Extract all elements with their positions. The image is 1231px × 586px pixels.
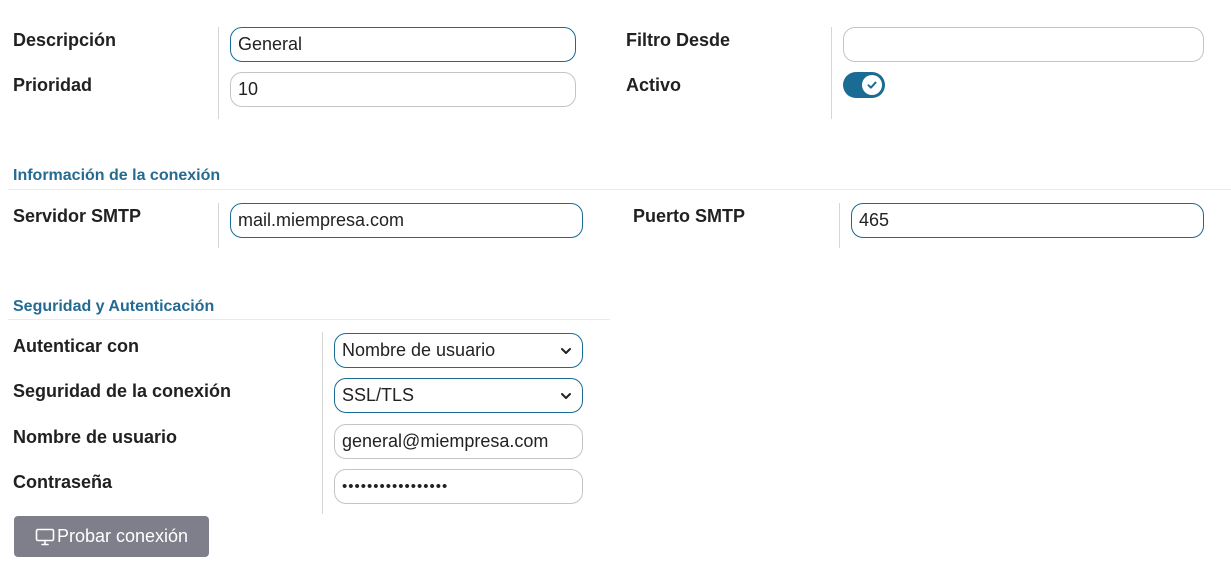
- nombre-usuario-input[interactable]: general@miempresa.com: [334, 424, 583, 459]
- activo-toggle[interactable]: [843, 72, 885, 98]
- descripcion-label: Descripción: [13, 30, 117, 50]
- activo-label: Activo: [626, 75, 682, 95]
- filtro-desde-input[interactable]: [843, 27, 1204, 62]
- chevron-down-icon: [561, 347, 571, 354]
- divider: [831, 27, 832, 119]
- contrasena-label: Contraseña: [13, 472, 113, 492]
- puerto-smtp-label: Puerto SMTP: [633, 206, 746, 226]
- monitor-icon: [35, 528, 55, 545]
- seguridad-conexion-select[interactable]: SSL/TLS: [334, 378, 583, 413]
- section-divider: [8, 189, 1231, 190]
- divider: [218, 27, 219, 119]
- prioridad-input[interactable]: 10: [230, 72, 576, 107]
- contrasena-input[interactable]: •••••••••••••••••: [334, 469, 583, 504]
- divider: [839, 203, 840, 248]
- autenticar-con-select[interactable]: Nombre de usuario: [334, 333, 583, 368]
- puerto-smtp-input[interactable]: 465: [851, 203, 1204, 238]
- section-title-conexion: Información de la conexión: [13, 167, 221, 184]
- nombre-usuario-label: Nombre de usuario: [13, 427, 178, 447]
- chevron-down-icon: [561, 392, 571, 399]
- servidor-smtp-label: Servidor SMTP: [13, 206, 142, 226]
- check-icon: [867, 81, 877, 89]
- prioridad-label: Prioridad: [13, 75, 93, 95]
- seguridad-conexion-value: SSL/TLS: [342, 385, 415, 405]
- descripcion-input[interactable]: General: [230, 27, 576, 62]
- probar-conexion-button[interactable]: Probar conexión: [14, 516, 209, 557]
- filtro-desde-label: Filtro Desde: [626, 30, 731, 50]
- toggle-knob: [862, 75, 882, 95]
- divider: [322, 332, 323, 514]
- autenticar-con-value: Nombre de usuario: [342, 340, 496, 360]
- autenticar-con-label: Autenticar con: [13, 336, 140, 356]
- seguridad-conexion-label: Seguridad de la conexión: [13, 381, 232, 401]
- servidor-smtp-input[interactable]: mail.miempresa.com: [230, 203, 583, 238]
- section-title-seguridad: Seguridad y Autenticación: [13, 298, 215, 315]
- divider: [218, 203, 219, 248]
- section-divider: [8, 319, 610, 320]
- probar-conexion-label: Probar conexión: [56, 526, 189, 546]
